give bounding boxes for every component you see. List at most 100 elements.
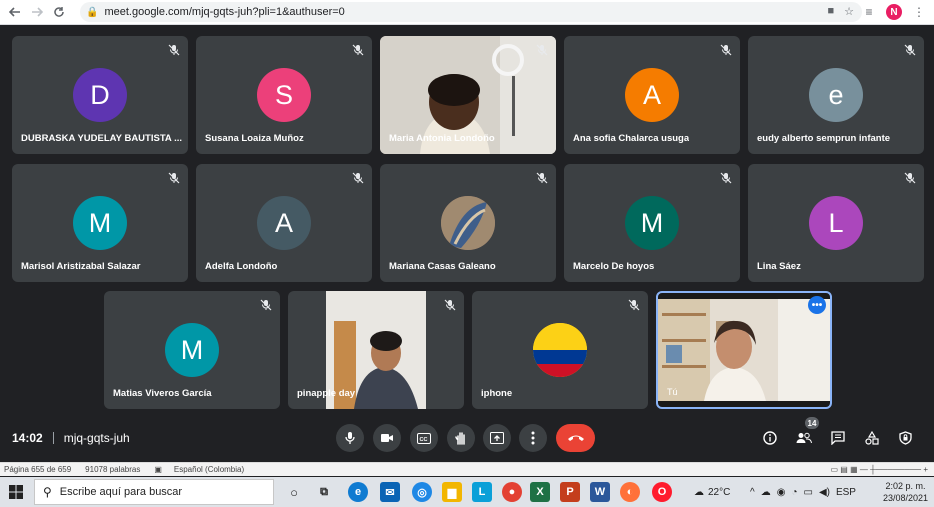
chat-icon bbox=[831, 431, 845, 445]
activities-button[interactable] bbox=[862, 428, 882, 448]
screen: 🔒 meet.google.com/mjq-gqts-juh?pli=1&aut… bbox=[0, 0, 934, 507]
page-count: Página 655 de 659 bbox=[4, 465, 72, 474]
camera-button[interactable] bbox=[373, 424, 401, 452]
system-tray: ^ ☁ ◉ ◔ ▭ ◀) ESP bbox=[750, 477, 856, 507]
captions-button[interactable]: CC bbox=[410, 424, 438, 452]
participant-name: Maria Antonia Londoño bbox=[389, 133, 495, 144]
forward-icon[interactable] bbox=[26, 1, 48, 23]
meeting-details: 14:02 mjq-gqts-juh bbox=[12, 431, 130, 445]
avatar: L bbox=[809, 196, 863, 250]
taskbar-search[interactable]: ⚲ Escribe aquí para buscar bbox=[34, 479, 274, 505]
participant-tile[interactable]: A Ana sofia Chalarca usuga bbox=[564, 36, 740, 154]
firefox-icon[interactable]: ◐ bbox=[620, 482, 640, 502]
reading-list-icon[interactable]: ≡ bbox=[860, 3, 878, 21]
svg-text:CC: CC bbox=[420, 436, 428, 442]
participant-tile[interactable]: Mariana Casas Galeano bbox=[380, 164, 556, 282]
weather-widget[interactable]: ☁ 22°C bbox=[694, 477, 730, 507]
self-video-tile[interactable]: Tú ••• bbox=[656, 291, 832, 409]
excel-icon[interactable]: X bbox=[530, 482, 550, 502]
taskbar-clock[interactable]: 2:02 p. m. 23/08/2021 bbox=[883, 480, 928, 504]
task-view-icon[interactable]: ⧉ bbox=[314, 482, 334, 502]
raise-hand-button[interactable] bbox=[447, 424, 475, 452]
end-call-button[interactable] bbox=[556, 424, 595, 452]
chevron-up-icon[interactable]: ^ bbox=[750, 487, 755, 498]
powerpoint-icon[interactable]: P bbox=[560, 482, 580, 502]
start-button[interactable] bbox=[0, 477, 32, 507]
mail-icon[interactable]: ✉ bbox=[380, 482, 400, 502]
clock-date: 23/08/2021 bbox=[882, 493, 928, 503]
present-button[interactable] bbox=[483, 424, 511, 452]
self-video bbox=[658, 299, 830, 401]
people-button[interactable] bbox=[794, 428, 814, 448]
proofing-icon[interactable]: ▣ bbox=[154, 465, 162, 474]
activities-icon bbox=[865, 431, 879, 445]
input-language[interactable]: ESP bbox=[836, 487, 856, 498]
volume-icon[interactable]: ◀) bbox=[819, 487, 830, 498]
participant-video-tile[interactable]: Maria Antonia Londoño bbox=[380, 36, 556, 154]
participant-tile[interactable]: M Marisol Aristizabal Salazar bbox=[12, 164, 188, 282]
participant-name: Marcelo De hoyos bbox=[573, 261, 655, 272]
battery-icon[interactable]: ▭ bbox=[803, 487, 812, 498]
mic-off-icon bbox=[536, 172, 548, 184]
shield-lock-icon bbox=[898, 431, 912, 445]
mic-off-icon bbox=[168, 44, 180, 56]
wifi-icon[interactable]: ◔ bbox=[791, 487, 797, 498]
camera-in-use-icon[interactable]: ■ bbox=[827, 5, 834, 18]
divider bbox=[52, 432, 54, 444]
info-icon bbox=[763, 431, 777, 445]
mic-off-icon bbox=[444, 299, 456, 311]
mic-off-icon bbox=[352, 44, 364, 56]
microphone-button[interactable] bbox=[336, 424, 364, 452]
participant-tile[interactable]: e eudy alberto semprun infante bbox=[748, 36, 924, 154]
avatar: M bbox=[165, 323, 219, 377]
bookmark-star-icon[interactable]: ☆ bbox=[844, 5, 854, 18]
participant-video-tile[interactable]: pinapple day bbox=[288, 291, 464, 409]
captions-icon: CC bbox=[417, 432, 431, 444]
hand-icon bbox=[455, 432, 465, 445]
mic-off-icon bbox=[720, 172, 732, 184]
app-l-icon[interactable]: L bbox=[472, 482, 492, 502]
participant-tile[interactable]: L Lina Sáez bbox=[748, 164, 924, 282]
view-buttons[interactable]: ▭ ▤ ▦ — ┼──────── + bbox=[831, 465, 928, 474]
more-options-icon[interactable]: ••• bbox=[808, 296, 826, 314]
host-controls-button[interactable] bbox=[895, 428, 915, 448]
word-icon[interactable]: W bbox=[590, 482, 610, 502]
url-path: /mjq-gqts-juh?pli=1&authuser=0 bbox=[188, 6, 345, 18]
meeting-code[interactable]: mjq-gqts-juh bbox=[64, 431, 130, 445]
mic-off-icon bbox=[720, 44, 732, 56]
cortana-icon[interactable]: ○ bbox=[284, 482, 304, 502]
participant-tile[interactable]: A Adelfa Londoño bbox=[196, 164, 372, 282]
profile-avatar[interactable]: N bbox=[886, 4, 902, 20]
camera-icon bbox=[381, 434, 393, 442]
edge-icon[interactable]: e bbox=[348, 482, 368, 502]
present-icon bbox=[490, 432, 504, 444]
mic-off-icon bbox=[352, 172, 364, 184]
reload-icon[interactable] bbox=[48, 1, 70, 23]
avatar: M bbox=[73, 196, 127, 250]
back-icon[interactable] bbox=[4, 1, 26, 23]
more-vert-icon bbox=[531, 431, 535, 445]
participant-tile[interactable]: iphone bbox=[472, 291, 648, 409]
address-bar[interactable]: 🔒 meet.google.com/mjq-gqts-juh?pli=1&aut… bbox=[80, 2, 862, 22]
more-options-button[interactable] bbox=[519, 424, 547, 452]
participant-tile[interactable]: M Matias Viveros García bbox=[104, 291, 280, 409]
microphone-icon bbox=[345, 432, 355, 444]
chat-button[interactable] bbox=[828, 428, 848, 448]
browser-toolbar: 🔒 meet.google.com/mjq-gqts-juh?pli=1&aut… bbox=[0, 0, 934, 25]
participant-name: Susana Loaiza Muñoz bbox=[205, 133, 304, 144]
document-language[interactable]: Español (Colombia) bbox=[174, 465, 244, 474]
participant-tile[interactable]: D DUBRASKA YUDELAY BAUTISTA ... bbox=[12, 36, 188, 154]
participant-name: DUBRASKA YUDELAY BAUTISTA ... bbox=[21, 133, 182, 144]
app-tray-icon[interactable]: ◉ bbox=[777, 487, 786, 498]
app-icon[interactable]: ◎ bbox=[412, 482, 432, 502]
meet-grid: D DUBRASKA YUDELAY BAUTISTA ... S Susana… bbox=[0, 26, 934, 462]
participant-tile[interactable]: M Marcelo De hoyos bbox=[564, 164, 740, 282]
file-explorer-icon[interactable]: ▆ bbox=[442, 482, 462, 502]
participant-tile[interactable]: S Susana Loaiza Muñoz bbox=[196, 36, 372, 154]
chrome-icon[interactable]: ● bbox=[502, 482, 522, 502]
opera-icon[interactable]: O bbox=[652, 482, 672, 502]
lock-icon: 🔒 bbox=[86, 6, 99, 18]
chrome-menu-icon[interactable]: ⋮ bbox=[910, 3, 928, 21]
cloud-icon[interactable]: ☁ bbox=[761, 487, 771, 498]
meeting-info-button[interactable] bbox=[760, 428, 780, 448]
